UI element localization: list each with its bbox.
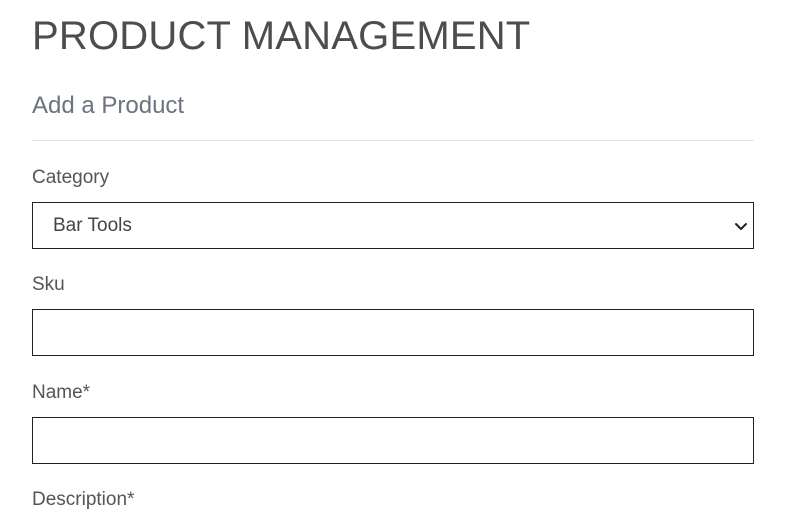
page-title: PRODUCT MANAGEMENT [32,14,531,58]
chevron-down-icon [735,223,747,230]
section-divider [32,140,754,141]
sku-input[interactable] [32,309,754,356]
name-input[interactable] [32,417,754,464]
category-label: Category [32,167,110,188]
category-select[interactable]: Bar Tools [32,202,754,249]
description-label: Description* [32,489,135,510]
name-label: Name* [32,382,91,403]
sku-label: Sku [32,274,65,295]
category-selected-value: Bar Tools [53,214,132,236]
product-management-page: PRODUCT MANAGEMENT Add a Product Categor… [0,0,797,512]
section-title: Add a Product [32,92,185,119]
